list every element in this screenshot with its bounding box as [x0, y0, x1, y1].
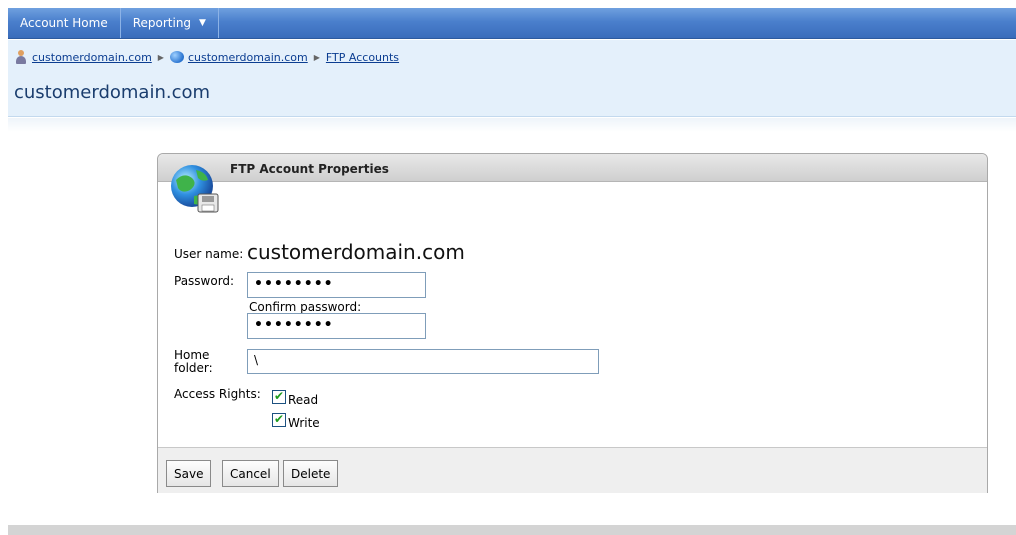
username-label: User name: — [174, 247, 244, 261]
ftp-globe-icon — [171, 165, 219, 213]
confirm-password-input[interactable]: •••••••• — [247, 313, 426, 339]
delete-button[interactable]: Delete — [283, 460, 339, 487]
globe-icon — [169, 51, 184, 63]
password-input[interactable]: •••••••• — [247, 272, 426, 298]
footer-bar — [8, 525, 1016, 535]
nav-reporting-label: Reporting — [132, 16, 192, 30]
home-folder-label: Home folder: — [174, 349, 213, 375]
write-label: Write — [288, 416, 320, 430]
breadcrumb: customerdomain.com ▶ customerdomain.com … — [14, 50, 399, 64]
top-nav: Account Home Reporting ▼ — [8, 8, 1016, 39]
panel-title: FTP Account Properties — [230, 162, 389, 176]
cancel-button[interactable]: Cancel — [222, 460, 279, 487]
write-checkbox[interactable] — [272, 412, 286, 427]
confirm-password-label: Confirm password: — [249, 300, 362, 314]
breadcrumb-ftp-accounts-link[interactable]: FTP Accounts — [326, 51, 399, 64]
home-folder-label-line-2: folder: — [174, 361, 213, 375]
nav-account-home-label: Account Home — [20, 16, 108, 30]
breadcrumb-account-link[interactable]: customerdomain.com — [32, 51, 152, 64]
page-title: customerdomain.com — [14, 82, 211, 103]
nav-account-home[interactable]: Account Home — [8, 8, 121, 38]
breadcrumb-separator-icon: ▶ — [313, 52, 320, 62]
user-icon — [14, 50, 28, 64]
save-button[interactable]: Save — [166, 460, 212, 487]
access-rights-label: Access Rights: — [174, 387, 261, 401]
read-checkbox[interactable] — [272, 389, 286, 404]
home-folder-input[interactable]: \ — [247, 349, 599, 374]
page-header: customerdomain.com ▶ customerdomain.com … — [8, 40, 1016, 117]
header-divider — [8, 118, 1016, 132]
panel-footer: Save Cancel Delete — [158, 447, 987, 493]
read-label: Read — [288, 393, 319, 407]
breadcrumb-domain-link[interactable]: customerdomain.com — [188, 51, 308, 64]
username-value: customerdomain.com — [247, 240, 465, 264]
password-label: Password: — [174, 274, 235, 288]
chevron-down-icon: ▼ — [199, 18, 206, 28]
nav-reporting-menu[interactable]: Reporting ▼ — [121, 8, 219, 38]
ftp-account-panel: FTP Account Properties User name: custom… — [157, 153, 988, 493]
breadcrumb-separator-icon: ▶ — [157, 52, 164, 62]
